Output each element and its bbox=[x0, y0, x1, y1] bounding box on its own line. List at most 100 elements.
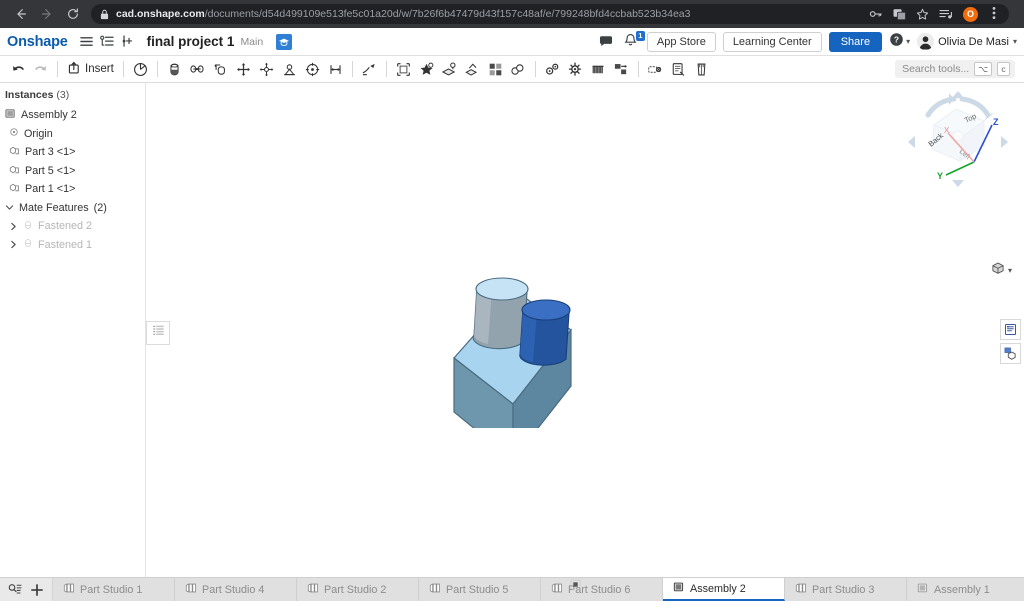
pin-slot-mate-icon[interactable] bbox=[301, 58, 324, 81]
mate-features-count: (2) bbox=[93, 201, 107, 214]
measure-icon[interactable] bbox=[690, 58, 713, 81]
linear-relation-icon[interactable] bbox=[610, 58, 633, 81]
tree-item-fastened-1[interactable]: Fastened 1 bbox=[0, 236, 145, 255]
learning-center-button[interactable]: Learning Center bbox=[722, 31, 822, 52]
tab-label: Part Studio 1 bbox=[80, 583, 143, 596]
forward-arrow-icon[interactable] bbox=[34, 3, 60, 25]
tree-item-origin[interactable]: Origin bbox=[0, 125, 145, 144]
tree-group-mate-features[interactable]: Mate Features (2) bbox=[0, 199, 145, 218]
url-domain: cad.onshape.com bbox=[116, 8, 205, 20]
tabbar-controls bbox=[0, 578, 53, 601]
part-studio-icon bbox=[185, 582, 197, 597]
appearance-cube-icon[interactable] bbox=[1000, 343, 1021, 364]
reload-icon[interactable] bbox=[60, 3, 86, 25]
chevron-right-icon[interactable] bbox=[9, 222, 18, 231]
tree-item-fastened-2[interactable]: Fastened 2 bbox=[0, 217, 145, 236]
group-instances-icon[interactable] bbox=[438, 58, 461, 81]
insert-part-icon bbox=[67, 61, 81, 78]
rack-pinion-icon[interactable] bbox=[587, 58, 610, 81]
tree-item-part-1[interactable]: Part 1 <1> bbox=[0, 180, 145, 199]
gear-relation-icon[interactable] bbox=[541, 58, 564, 81]
mate-connector-icon[interactable] bbox=[415, 58, 438, 81]
tree-label: Origin bbox=[24, 127, 53, 140]
revolute-mate-icon[interactable] bbox=[186, 58, 209, 81]
toolbar-divider bbox=[534, 61, 536, 77]
back-arrow-icon[interactable] bbox=[8, 3, 34, 25]
viewcube-axis-y: Y bbox=[937, 171, 943, 181]
fix-circle-icon[interactable] bbox=[129, 58, 152, 81]
tab-part-studio-2[interactable]: Part Studio 2 bbox=[297, 578, 419, 601]
graphics-viewport[interactable]: Top Back Left Z Y X ▾ bbox=[146, 83, 1024, 590]
search-tools-input[interactable]: Search tools... ⌥ c bbox=[895, 60, 1015, 78]
document-tab-bar: Part Studio 1 Part Studio 4 Part Studio … bbox=[0, 577, 1024, 601]
list-panel-icon bbox=[152, 324, 165, 342]
document-title[interactable]: final project 1 bbox=[147, 34, 235, 49]
profile-avatar[interactable]: O bbox=[963, 6, 978, 22]
mirror-icon[interactable] bbox=[507, 58, 530, 81]
parallel-mate-icon[interactable] bbox=[324, 58, 347, 81]
group-cylinder-icon[interactable] bbox=[163, 58, 186, 81]
part-studio-icon bbox=[795, 582, 807, 597]
panel-toggle-button[interactable] bbox=[146, 321, 170, 345]
search-tabs-icon[interactable] bbox=[5, 579, 25, 601]
cylindrical-mate-icon[interactable] bbox=[209, 58, 232, 81]
fastened-mate-icon[interactable] bbox=[392, 58, 415, 81]
chevron-down-icon[interactable]: ▾ bbox=[1008, 266, 1012, 275]
document-tree-icon[interactable] bbox=[97, 31, 117, 53]
assembly-3d-model[interactable] bbox=[396, 208, 616, 428]
tree-item-part-3[interactable]: Part 3 <1> bbox=[0, 143, 145, 162]
undo-arrow-icon[interactable] bbox=[6, 58, 29, 81]
app-store-button[interactable]: App Store bbox=[646, 31, 716, 52]
slider-mate-icon[interactable] bbox=[232, 58, 255, 81]
translate-icon[interactable] bbox=[893, 8, 906, 21]
tab-part-studio-1[interactable]: Part Studio 1 bbox=[53, 578, 175, 601]
planar-mate-icon[interactable] bbox=[255, 58, 278, 81]
chevron-right-icon[interactable] bbox=[9, 240, 18, 249]
view-cube[interactable]: Top Back Left Z Y X bbox=[904, 89, 1012, 193]
notifications-button[interactable]: 1 bbox=[623, 30, 645, 51]
tree-item-part-5[interactable]: Part 5 <1> bbox=[0, 162, 145, 181]
view-mode-selector[interactable]: ▾ bbox=[991, 261, 1012, 280]
tab-assembly-1[interactable]: Assembly 1 bbox=[907, 578, 1024, 601]
replicate-icon[interactable] bbox=[461, 58, 484, 81]
screw-relation-icon[interactable] bbox=[564, 58, 587, 81]
share-button[interactable]: Share bbox=[828, 31, 883, 52]
redo-arrow-icon[interactable] bbox=[29, 58, 52, 81]
hamburger-menu-icon[interactable] bbox=[77, 31, 97, 53]
tree-item-assembly-root[interactable]: Assembly 2 bbox=[0, 106, 145, 125]
star-icon[interactable] bbox=[916, 8, 929, 21]
ball-mate-icon[interactable] bbox=[278, 58, 301, 81]
media-list-icon[interactable] bbox=[939, 8, 953, 20]
instances-count: (3) bbox=[56, 89, 70, 101]
tab-assembly-2[interactable]: Assembly 2 bbox=[663, 578, 785, 601]
tab-label: Part Studio 5 bbox=[446, 583, 509, 596]
search-shortcut-key-2: c bbox=[997, 62, 1010, 76]
pattern-icon[interactable] bbox=[484, 58, 507, 81]
workspace-branch-label[interactable]: Main bbox=[240, 36, 263, 48]
search-shortcut-key-1: ⌥ bbox=[974, 62, 992, 76]
comment-icon[interactable] bbox=[596, 31, 616, 53]
onshape-logo[interactable]: Onshape bbox=[7, 34, 68, 50]
tangent-mate-icon[interactable] bbox=[358, 58, 381, 81]
display-list-icon[interactable] bbox=[1000, 319, 1021, 340]
tab-part-studio-5[interactable]: Part Studio 5 bbox=[419, 578, 541, 601]
version-branch-icon[interactable] bbox=[117, 31, 137, 53]
tab-part-studio-6[interactable]: Part Studio 6 bbox=[541, 578, 663, 601]
key-icon[interactable] bbox=[869, 8, 883, 20]
insert-button[interactable]: Insert bbox=[63, 61, 118, 78]
tab-part-studio-3[interactable]: Part Studio 3 bbox=[785, 578, 907, 601]
instances-header: Instances (3) bbox=[0, 89, 145, 106]
exploded-view-icon[interactable] bbox=[644, 58, 667, 81]
add-tab-icon[interactable] bbox=[27, 579, 47, 601]
help-button[interactable]: ? ▾ bbox=[889, 32, 910, 52]
kebab-menu-icon[interactable] bbox=[988, 6, 1000, 23]
address-bar[interactable]: cad.onshape.com/documents/d54d499109e513… bbox=[91, 4, 1009, 24]
graduation-cap-icon[interactable] bbox=[276, 33, 293, 50]
tab-part-studio-4[interactable]: Part Studio 4 bbox=[175, 578, 297, 601]
user-menu[interactable]: Olivia De Masi ▾ bbox=[917, 33, 1017, 50]
app-header: Onshape final project 1 Main 1 App Store… bbox=[0, 28, 1024, 56]
bom-icon[interactable] bbox=[667, 58, 690, 81]
chevron-down-icon[interactable] bbox=[5, 203, 14, 212]
insert-label: Insert bbox=[85, 63, 114, 75]
part-studio-icon bbox=[429, 582, 441, 597]
